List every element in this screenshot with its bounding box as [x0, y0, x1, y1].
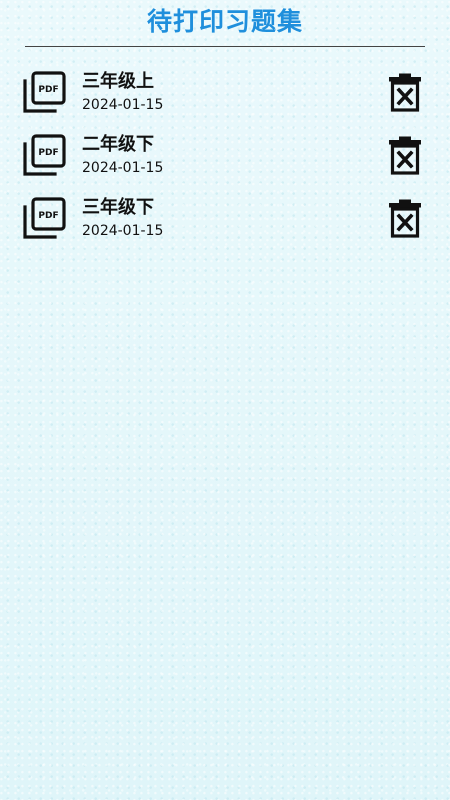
list-item[interactable]: PDF 二年级下 2024-01-15 — [0, 127, 450, 190]
pdf-icon: PDF — [23, 197, 66, 239]
file-name: 二年级下 — [82, 134, 154, 155]
svg-text:PDF: PDF — [38, 211, 58, 221]
svg-text:PDF: PDF — [38, 148, 58, 158]
file-name: 三年级上 — [82, 71, 154, 92]
svg-text:PDF: PDF — [38, 85, 58, 95]
list-item[interactable]: PDF 三年级下 2024-01-15 — [0, 190, 450, 253]
list-item[interactable]: PDF 三年级上 2024-01-15 — [0, 64, 450, 127]
trash-icon — [389, 73, 421, 112]
file-name: 三年级下 — [82, 197, 154, 218]
file-date: 2024-01-15 — [82, 97, 164, 113]
list-item-text: 三年级下 2024-01-15 — [82, 196, 163, 241]
delete-button[interactable] — [388, 135, 422, 175]
header: 待打印习题集 — [0, 0, 450, 47]
list-item-text: 二年级下 2024-01-15 — [82, 133, 163, 178]
delete-button[interactable] — [388, 198, 422, 238]
list-item-text: 三年级上 2024-01-15 — [82, 70, 163, 115]
pdf-icon: PDF — [23, 134, 66, 176]
page-title: 待打印习题集 — [146, 7, 303, 36]
file-date: 2024-01-15 — [82, 223, 164, 239]
delete-button[interactable] — [388, 72, 422, 112]
file-list: PDF 三年级上 2024-01-15 PDF 二年级下 2024-01-15 — [0, 64, 450, 253]
header-divider — [25, 46, 425, 47]
pdf-icon: PDF — [23, 71, 66, 113]
file-date: 2024-01-15 — [82, 160, 164, 176]
trash-icon — [389, 199, 421, 238]
trash-icon — [389, 136, 421, 175]
